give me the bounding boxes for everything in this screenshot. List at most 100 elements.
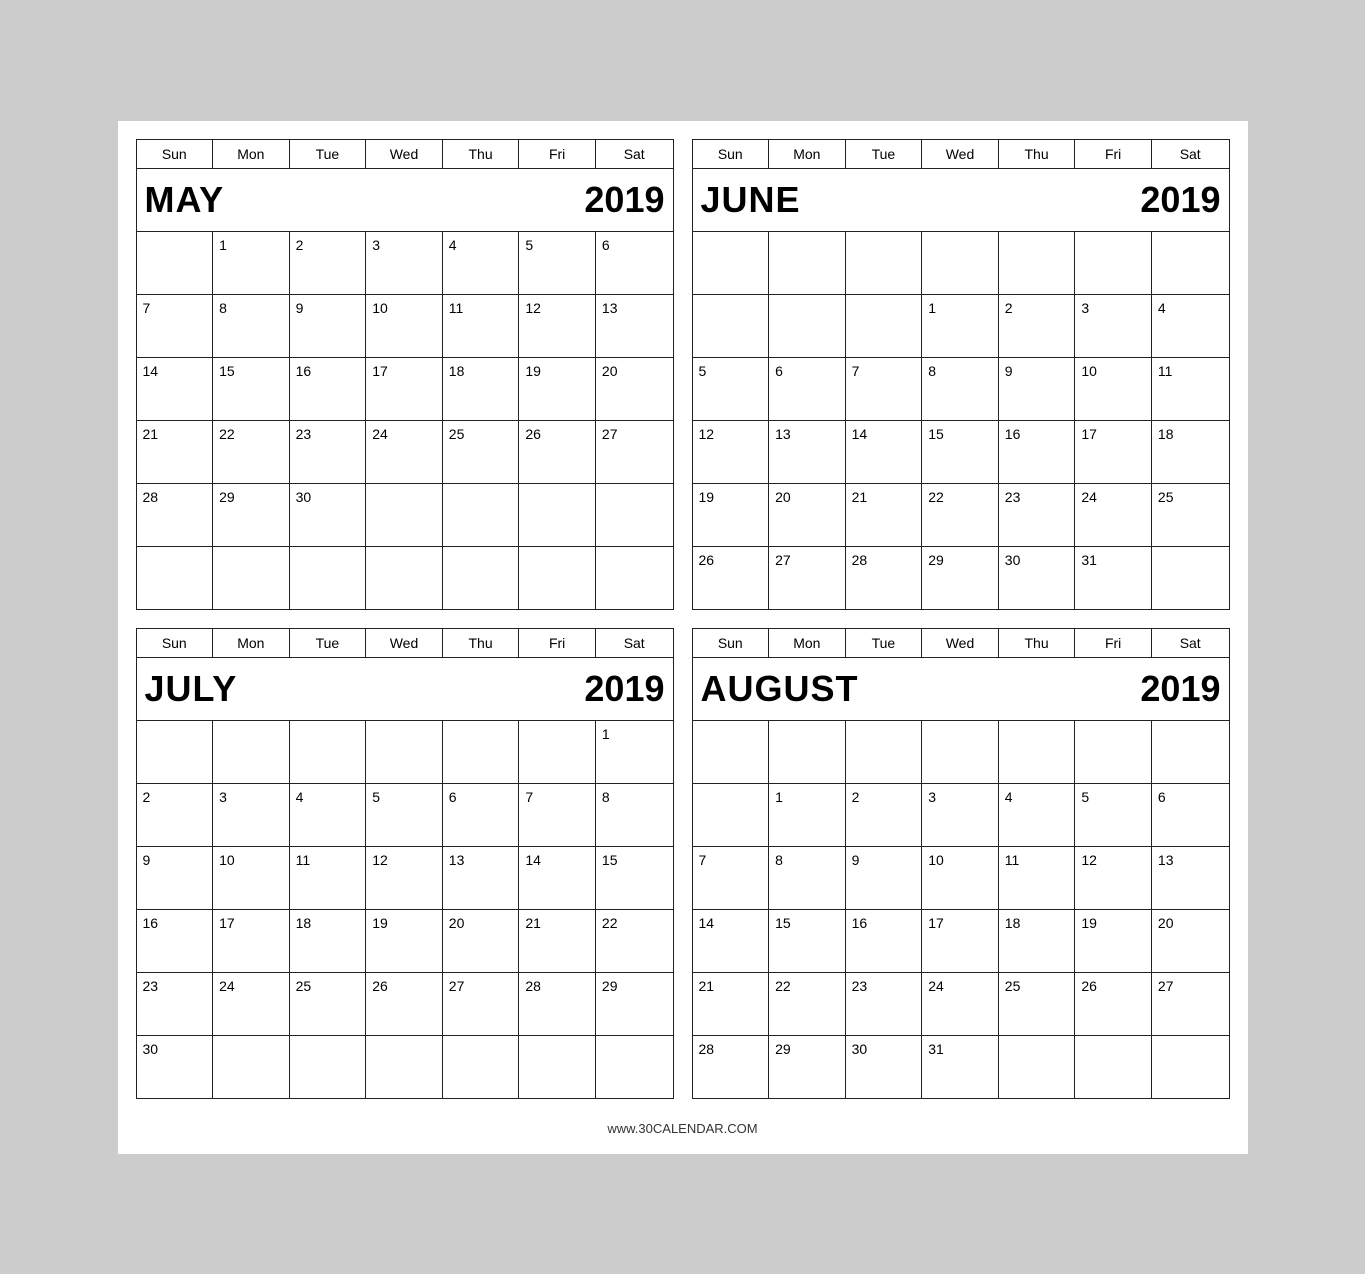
day-cell [1152, 721, 1229, 783]
day-number: 4 [1005, 789, 1013, 805]
day-cell: 4 [1152, 295, 1229, 357]
day-number: 9 [296, 300, 304, 316]
day-number: 29 [219, 489, 235, 505]
day-number: 10 [928, 852, 944, 868]
day-cell: 24 [366, 421, 443, 483]
day-cell: 11 [290, 847, 367, 909]
day-cell [1075, 232, 1152, 294]
day-cell: 10 [213, 847, 290, 909]
calendar-grid: 1234567891011121314151617181920212223242… [137, 232, 673, 609]
day-number: 22 [775, 978, 791, 994]
day-number: 8 [928, 363, 936, 379]
day-cell: 27 [596, 421, 673, 483]
day-number: 22 [602, 915, 618, 931]
week-row: 14151617181920 [693, 910, 1229, 973]
week-row: 1 [137, 721, 673, 784]
day-number: 15 [928, 426, 944, 442]
day-cell: 23 [137, 973, 214, 1035]
day-cell: 5 [519, 232, 596, 294]
day-number: 21 [525, 915, 541, 931]
day-number: 18 [296, 915, 312, 931]
day-number: 14 [852, 426, 868, 442]
day-number: 19 [372, 915, 388, 931]
week-row: 2345678 [137, 784, 673, 847]
day-number: 13 [775, 426, 791, 442]
day-cell: 27 [769, 547, 846, 609]
day-cell [1152, 1036, 1229, 1098]
day-number: 3 [372, 237, 380, 253]
day-cell [519, 721, 596, 783]
day-cell: 22 [769, 973, 846, 1035]
day-number: 27 [602, 426, 618, 442]
day-header-tue: Tue [846, 629, 923, 657]
day-number: 30 [296, 489, 312, 505]
day-cell: 7 [519, 784, 596, 846]
day-number: 24 [928, 978, 944, 994]
day-cell: 27 [1152, 973, 1229, 1035]
day-number: 25 [1005, 978, 1021, 994]
day-number: 23 [143, 978, 159, 994]
day-cell: 21 [846, 484, 923, 546]
day-cell: 16 [137, 910, 214, 972]
day-number: 16 [296, 363, 312, 379]
day-cell [769, 232, 846, 294]
day-cell: 12 [1075, 847, 1152, 909]
calendar-grid: 1234567891011121314151617181920212223242… [137, 721, 673, 1098]
week-row: 9101112131415 [137, 847, 673, 910]
day-number: 4 [1158, 300, 1166, 316]
footer-text: www.30CALENDAR.COM [136, 1117, 1230, 1136]
day-cell: 12 [366, 847, 443, 909]
day-number: 21 [143, 426, 159, 442]
day-cell: 6 [1152, 784, 1229, 846]
day-cell [596, 547, 673, 609]
day-cell: 21 [137, 421, 214, 483]
day-number: 7 [525, 789, 533, 805]
day-cell: 25 [999, 973, 1076, 1035]
day-cell: 3 [213, 784, 290, 846]
day-cell: 3 [922, 784, 999, 846]
month-name: MAY [145, 179, 225, 221]
week-row: 262728293031 [693, 547, 1229, 609]
day-cell: 6 [769, 358, 846, 420]
day-number: 10 [1081, 363, 1097, 379]
day-cell: 9 [999, 358, 1076, 420]
day-number: 29 [602, 978, 618, 994]
day-number: 10 [219, 852, 235, 868]
day-cell: 14 [846, 421, 923, 483]
day-number: 25 [449, 426, 465, 442]
day-number: 5 [372, 789, 380, 805]
day-number: 22 [928, 489, 944, 505]
day-cell: 28 [519, 973, 596, 1035]
year-label: 2019 [1140, 179, 1220, 221]
day-cell: 28 [693, 1036, 770, 1098]
week-row: 567891011 [693, 358, 1229, 421]
day-number: 4 [296, 789, 304, 805]
day-cell: 24 [213, 973, 290, 1035]
week-row [137, 547, 673, 609]
day-cell: 16 [846, 910, 923, 972]
year-label: 2019 [584, 179, 664, 221]
day-number: 9 [143, 852, 151, 868]
day-cell: 20 [596, 358, 673, 420]
day-cell: 7 [693, 847, 770, 909]
month-name: JUNE [701, 179, 801, 221]
page: SunMonTueWedThuFriSatMAY2019123456789101… [118, 121, 1248, 1154]
day-cell: 13 [769, 421, 846, 483]
day-cell: 3 [366, 232, 443, 294]
week-row: 78910111213 [137, 295, 673, 358]
day-cell: 11 [443, 295, 520, 357]
day-cell: 5 [366, 784, 443, 846]
day-cell: 25 [443, 421, 520, 483]
day-number: 2 [852, 789, 860, 805]
day-number: 2 [143, 789, 151, 805]
day-number: 17 [219, 915, 235, 931]
day-cell [519, 484, 596, 546]
day-number: 14 [525, 852, 541, 868]
day-cell [846, 295, 923, 357]
calendar-june: SunMonTueWedThuFriSatJUNE201912345678910… [692, 139, 1230, 610]
day-cell: 10 [1075, 358, 1152, 420]
day-number: 7 [699, 852, 707, 868]
day-cell: 26 [693, 547, 770, 609]
day-cell [137, 721, 214, 783]
day-number: 28 [143, 489, 159, 505]
